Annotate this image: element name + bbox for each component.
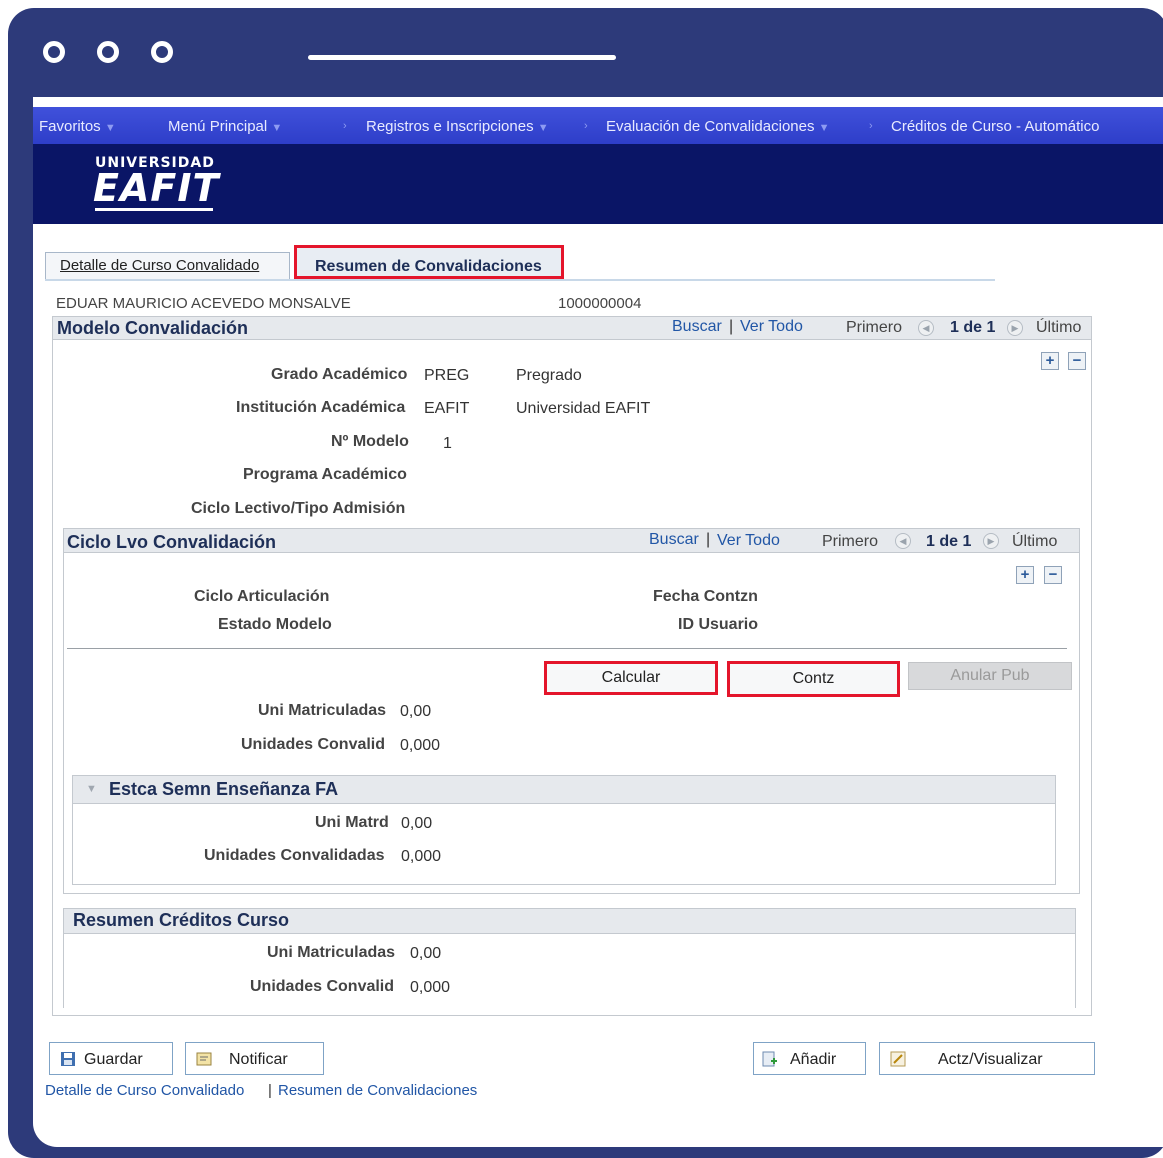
resumen-unidades-convalid-value: 0,000 (410, 979, 451, 996)
nav-evaluacion[interactable]: Evaluación de Convalidaciones ▼ (606, 118, 830, 135)
estado-label: Estado Modelo (218, 616, 332, 633)
ciclo-primero[interactable]: Primero (822, 533, 878, 551)
resumen-title: Resumen Créditos Curso (73, 910, 290, 930)
next-icon[interactable]: ▶ (1007, 320, 1023, 336)
uni-matriculadas-label: Uni Matriculadas (258, 702, 387, 719)
chevron-right-icon: › (584, 120, 588, 132)
ciclo-lectivo-label: Ciclo Lectivo/Tipo Admisión (191, 500, 406, 517)
contz-button[interactable]: Contz (727, 661, 900, 697)
programa-label: Programa Académico (243, 466, 407, 483)
anular-pub-button: Anular Pub (908, 662, 1072, 690)
ciclo-ver-todo-link[interactable]: Ver Todo (717, 532, 780, 550)
logo: EAFIT (93, 166, 220, 210)
chevron-right-icon: › (869, 120, 873, 132)
delete-row-icon[interactable]: − (1068, 352, 1086, 370)
unidades-convalid-label: Unidades Convalid (241, 736, 386, 753)
modelo-ver-todo-link[interactable]: Ver Todo (740, 318, 803, 336)
calcular-button[interactable]: Calcular (544, 661, 718, 695)
notificar-button[interactable]: Notificar (185, 1042, 324, 1075)
ciclo-link-separator: | (706, 531, 711, 548)
unidades-convalidadas-label: Unidades Convalidadas (204, 847, 385, 864)
grado-desc: Pregrado (516, 367, 582, 384)
modelo-number-value: 1 (443, 435, 452, 452)
resumen-uni-matriculadas-value: 0,00 (410, 945, 442, 962)
guardar-button[interactable]: Guardar (49, 1042, 173, 1075)
modelo-primero[interactable]: Primero (846, 319, 902, 337)
unidades-convalid-value: 0,000 (400, 737, 441, 754)
chevron-right-icon: › (343, 120, 347, 132)
unidades-convalidadas-value: 0,000 (401, 848, 442, 865)
breadcrumb-nav: Favoritos ▼ Menú Principal ▼ › Registros… (33, 107, 1163, 144)
tab-detalle-curso-label[interactable]: Detalle de Curso Convalidado (60, 257, 259, 274)
resumen-unidades-convalid-label: Unidades Convalid (250, 978, 395, 995)
ciclo-title: Ciclo Lvo Convalidación (67, 532, 277, 552)
window-control-icon[interactable] (151, 41, 173, 63)
edit-icon (890, 1051, 906, 1067)
articulacion-label: Ciclo Articulación (194, 588, 330, 605)
ciclo-ultimo[interactable]: Último (1012, 533, 1057, 551)
footer-link-separator: | (268, 1082, 272, 1099)
institucion-code: EAFIT (424, 400, 470, 417)
fecha-label: Fecha Contzn (653, 588, 758, 605)
anadir-button[interactable]: Añadir (753, 1042, 866, 1075)
save-icon (61, 1052, 75, 1066)
divider (67, 648, 1067, 649)
nav-registros[interactable]: Registros e Inscripciones ▼ (366, 118, 549, 135)
resumen-uni-matriculadas-label: Uni Matriculadas (267, 944, 396, 961)
modelo-pager: 1 de 1 (950, 319, 996, 336)
ciclo-pager: 1 de 1 (926, 533, 972, 550)
usuario-label: ID Usuario (678, 616, 759, 633)
delete-row-icon[interactable]: − (1044, 566, 1062, 584)
previous-icon[interactable]: ◀ (918, 320, 934, 336)
tab-resumen-convalidaciones-label[interactable]: Resumen de Convalidaciones (315, 258, 542, 276)
chevron-down-icon: ▼ (537, 122, 549, 134)
footer-link-detalle[interactable]: Detalle de Curso Convalidado (45, 1082, 244, 1099)
nav-favoritos[interactable]: Favoritos ▼ (39, 118, 116, 135)
nav-menu-principal[interactable]: Menú Principal ▼ (168, 118, 282, 135)
window-control-icon[interactable] (43, 41, 65, 63)
modelo-link-separator: | (729, 318, 734, 335)
nav-creditos[interactable]: Créditos de Curso - Automático (891, 118, 1099, 135)
chevron-down-icon: ▼ (271, 122, 283, 134)
institucion-desc: Universidad EAFIT (516, 400, 651, 417)
uni-matrd-value: 0,00 (401, 815, 433, 832)
add-row-icon[interactable]: + (1016, 566, 1034, 584)
title-bar-placeholder (308, 55, 616, 60)
logo-underline (95, 208, 213, 211)
chevron-down-icon: ▼ (104, 122, 116, 134)
chevron-down-icon: ▼ (818, 122, 830, 134)
collapse-triangle-icon[interactable]: ▼ (86, 783, 97, 795)
modelo-title: Modelo Convalidación (57, 318, 249, 338)
student-name: EDUAR MAURICIO ACEVEDO MONSALVE (56, 295, 351, 312)
window-control-icon[interactable] (97, 41, 119, 63)
grado-code: PREG (424, 367, 470, 384)
footer-link-resumen[interactable]: Resumen de Convalidaciones (278, 1082, 477, 1099)
actualizar-button[interactable]: Actz/Visualizar (879, 1042, 1095, 1075)
next-icon[interactable]: ▶ (983, 533, 999, 549)
modelo-ultimo[interactable]: Último (1036, 319, 1081, 337)
modelo-buscar-link[interactable]: Buscar (672, 318, 722, 336)
uni-matrd-label: Uni Matrd (315, 814, 389, 831)
add-row-icon[interactable]: + (1041, 352, 1059, 370)
modelo-number-label: Nº Modelo (331, 433, 409, 450)
estca-title: Estca Semn Enseñanza FA (109, 779, 339, 799)
institucion-label: Institución Académica (236, 399, 406, 416)
grado-label: Grado Académico (271, 366, 408, 383)
previous-icon[interactable]: ◀ (895, 533, 911, 549)
uni-matriculadas-value: 0,00 (400, 703, 432, 720)
add-icon (762, 1051, 777, 1067)
notify-icon (196, 1052, 212, 1066)
tab-underline (45, 279, 995, 281)
student-id: 1000000004 (558, 295, 642, 312)
ciclo-buscar-link[interactable]: Buscar (649, 531, 699, 549)
